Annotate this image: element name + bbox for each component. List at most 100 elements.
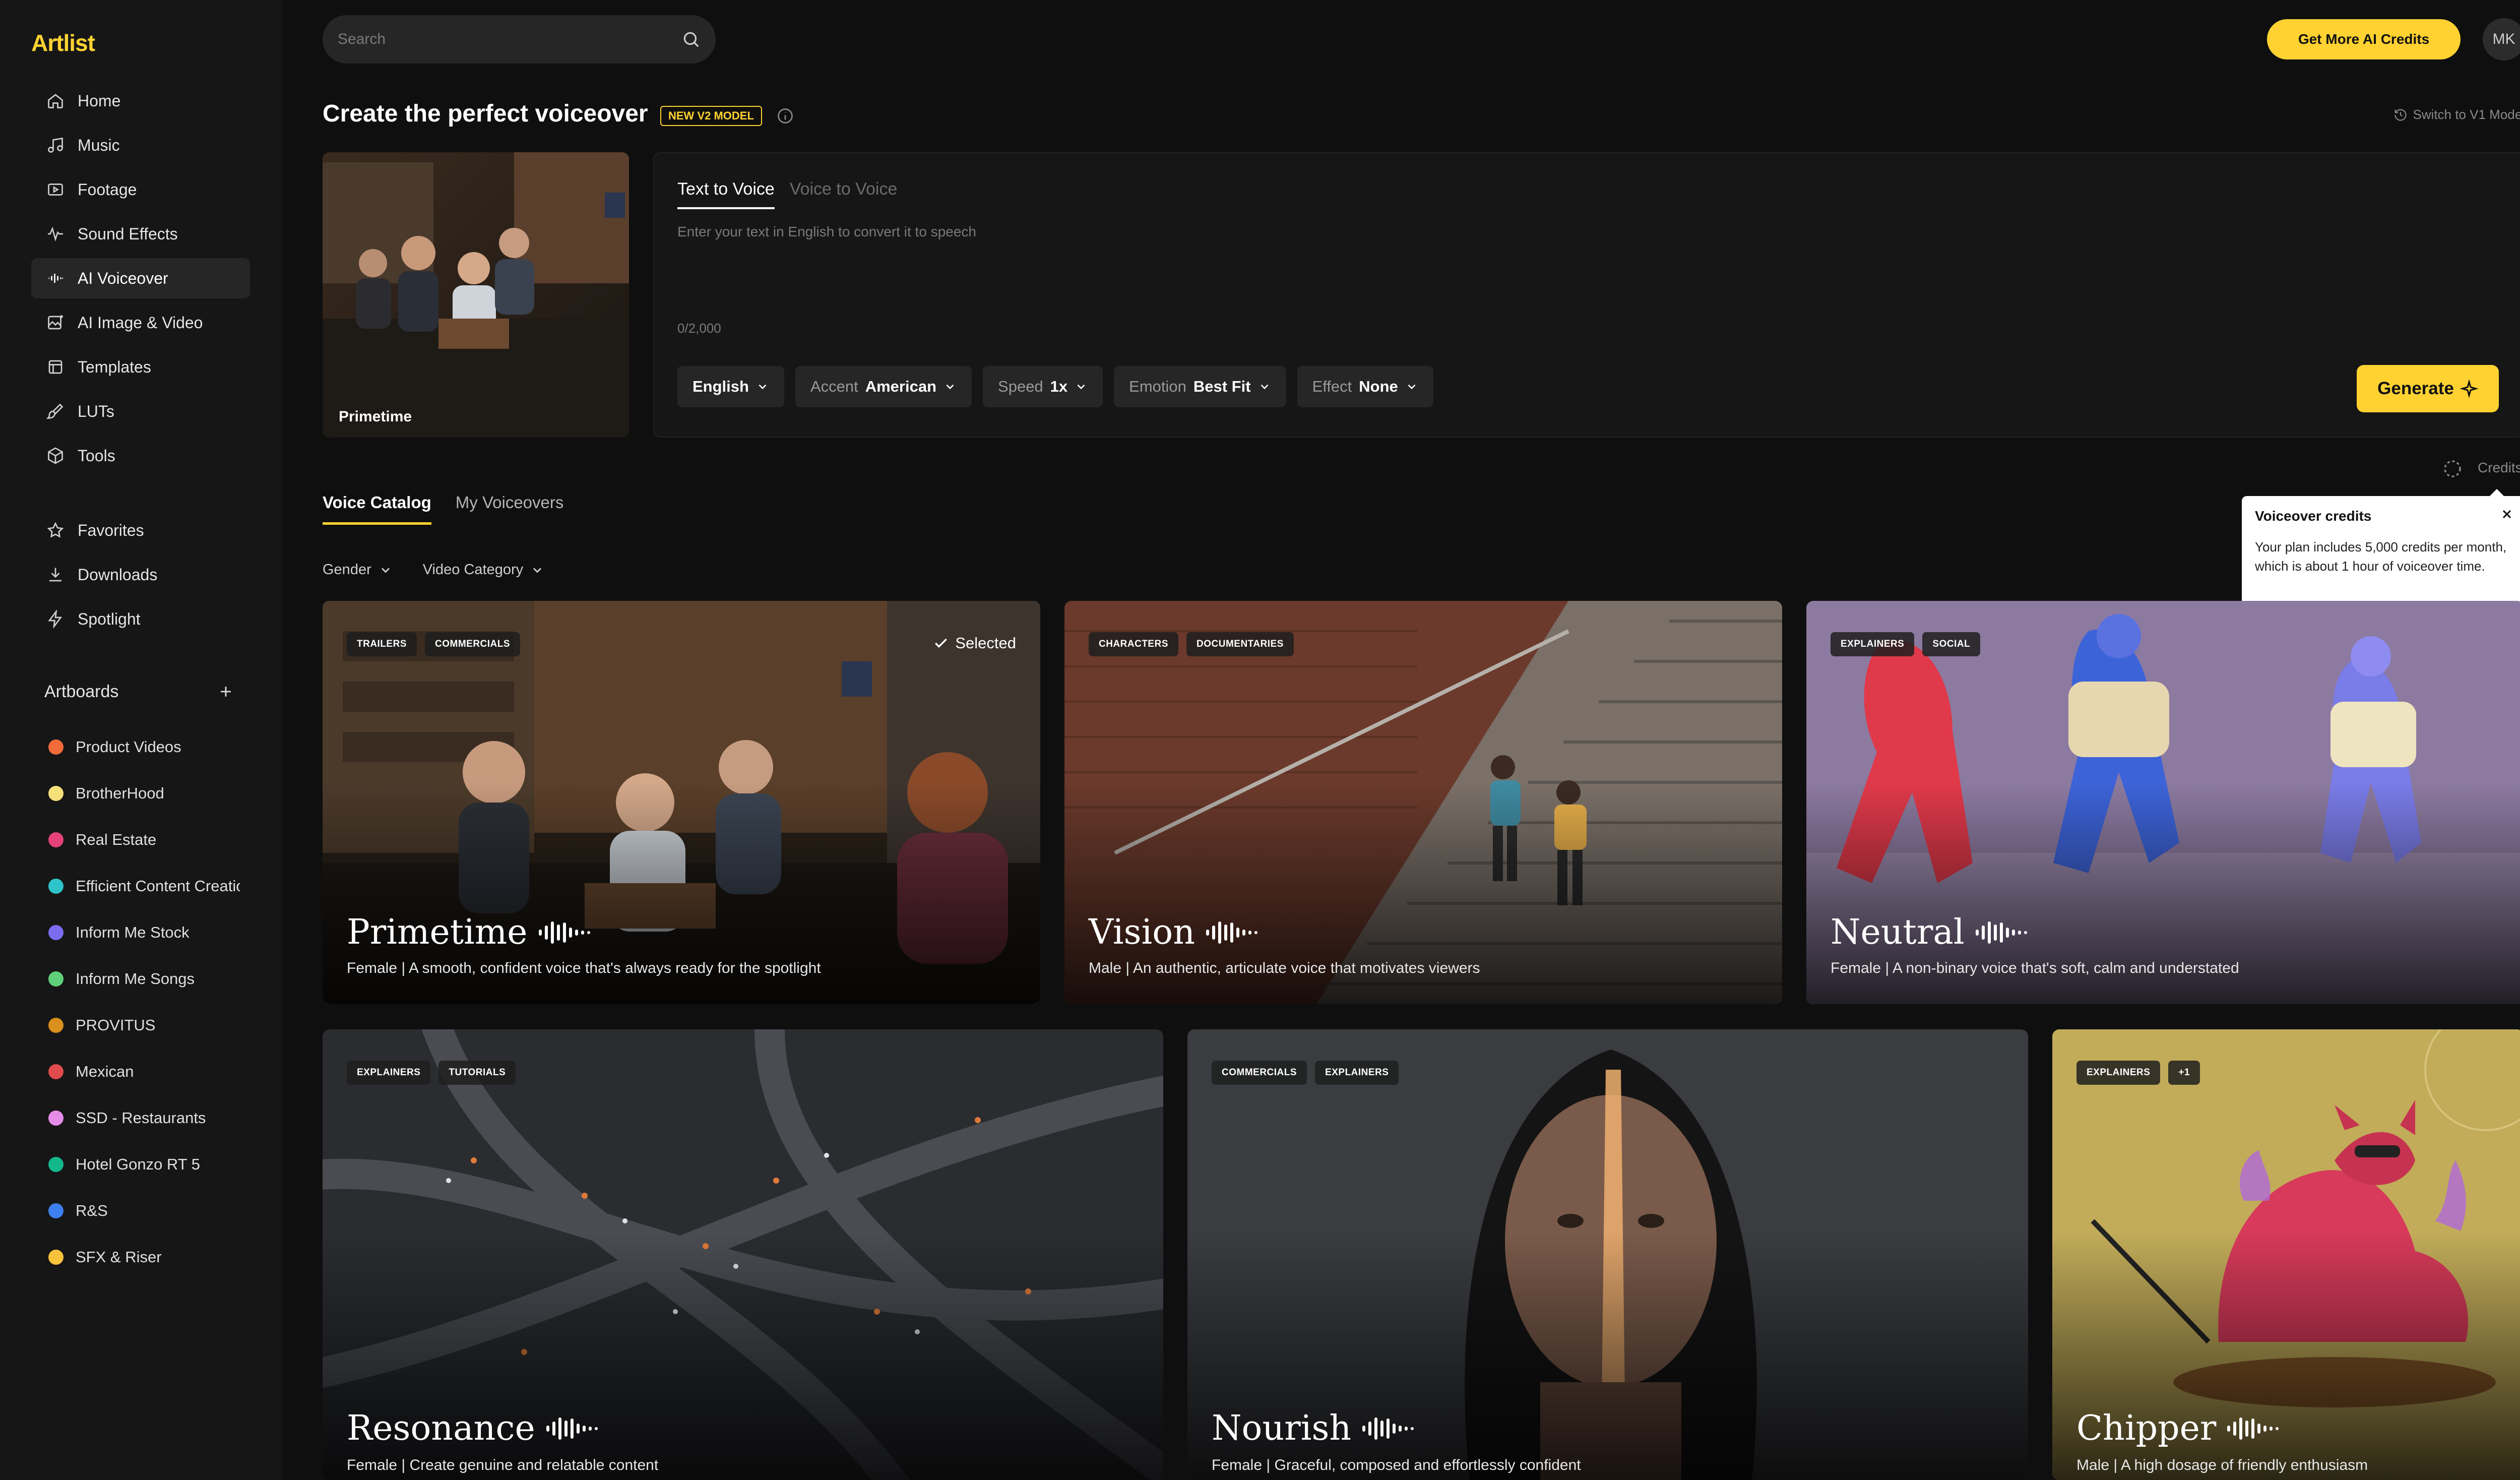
search-input[interactable] <box>338 31 681 48</box>
gender-filter[interactable]: Gender <box>323 562 393 578</box>
tag[interactable]: EXPLAINERS <box>1831 632 1915 656</box>
tag[interactable]: COMMERCIALS <box>425 632 521 656</box>
artboard-label: Hotel Gonzo RT 5 <box>76 1155 200 1173</box>
nav-item-downloads[interactable]: Downloads <box>31 554 250 595</box>
nav-item-home[interactable]: Home <box>31 81 250 121</box>
emotion-select[interactable]: Emotion Best Fit <box>1114 366 1286 407</box>
nav-item-music[interactable]: Music <box>31 125 250 165</box>
switch-v1-model-link[interactable]: Switch to V1 Model <box>2393 107 2520 122</box>
audio-wave-icon[interactable] <box>538 920 594 945</box>
tag[interactable]: EXPLAINERS <box>2076 1061 2161 1085</box>
voice-name-text: Primetime <box>347 912 528 952</box>
info-icon[interactable] <box>776 107 794 125</box>
nav-item-ai-voiceover[interactable]: AI Voiceover <box>31 258 250 298</box>
tab-my-voiceovers[interactable]: My Voiceovers <box>456 493 564 525</box>
get-more-credits-button[interactable]: Get More AI Credits <box>2267 19 2461 59</box>
nav-item-ai-image-video[interactable]: AI Image & Video <box>31 302 250 343</box>
artboard-color-dot <box>48 786 64 801</box>
secondary-nav: Favorites Downloads Spotlight <box>31 510 250 643</box>
emotion-label: Emotion <box>1129 378 1186 395</box>
tag[interactable]: SOCIAL <box>1922 632 1981 656</box>
tab-text-to-voice[interactable]: Text to Voice <box>677 179 775 209</box>
close-icon[interactable] <box>2500 507 2514 521</box>
tag[interactable]: TUTORIALS <box>438 1061 516 1085</box>
tag[interactable]: EXPLAINERS <box>1315 1061 1399 1085</box>
artboard-label: SFX & Riser <box>76 1248 162 1266</box>
card-tags: COMMERCIALS EXPLAINERS <box>1212 1061 1399 1085</box>
artboard-color-dot <box>48 925 64 940</box>
add-artboard-button[interactable] <box>216 682 236 702</box>
tag[interactable]: COMMERCIALS <box>1212 1061 1307 1085</box>
voice-card-nourish[interactable]: COMMERCIALS EXPLAINERS Nourish Female | … <box>1187 1029 2028 1480</box>
language-select[interactable]: English <box>677 366 784 407</box>
effect-select[interactable]: Effect None <box>1297 366 1433 407</box>
artboard-item[interactable]: Inform Me Stock <box>48 909 240 956</box>
nav-item-spotlight[interactable]: Spotlight <box>31 599 250 639</box>
avatar[interactable]: MK <box>2483 18 2520 60</box>
generate-button[interactable]: Generate <box>2357 365 2499 412</box>
filter-label: Video Category <box>422 562 524 578</box>
artboard-label: R&S <box>76 1202 108 1219</box>
nav-label: LUTs <box>78 402 114 420</box>
speed-select[interactable]: Speed 1x <box>983 366 1103 407</box>
selected-voice-preview[interactable]: Primetime <box>323 152 629 438</box>
page-title: Create the perfect voiceover <box>323 100 648 127</box>
artboard-item[interactable]: Efficient Content Creation <box>48 863 240 909</box>
nav-item-tools[interactable]: Tools <box>31 436 250 476</box>
tag[interactable]: DOCUMENTARIES <box>1186 632 1294 656</box>
artboard-item[interactable]: SFX & Riser <box>48 1234 240 1280</box>
nav-label: Favorites <box>78 521 144 539</box>
selected-indicator: Selected <box>933 634 1016 652</box>
voice-controls: English Accent American Speed 1x Emotion… <box>677 366 1433 407</box>
voiceover-editor: Text to Voice Voice to Voice 0/2,000 Eng… <box>653 152 2520 438</box>
tag[interactable]: EXPLAINERS <box>347 1061 431 1085</box>
voice-card-chipper[interactable]: EXPLAINERS +1 Chipper Male | A high dosa… <box>2052 1029 2520 1480</box>
preview-image <box>323 152 629 438</box>
ai-image-icon <box>48 315 63 330</box>
voice-card-resonance[interactable]: EXPLAINERS TUTORIALS Resonance Female | … <box>323 1029 1163 1480</box>
voice-name-text: Neutral <box>1831 912 1965 952</box>
audio-wave-icon[interactable] <box>1206 920 1262 945</box>
tag[interactable]: +1 <box>2168 1061 2200 1085</box>
script-textarea[interactable] <box>677 224 2492 304</box>
chevron-down-icon <box>759 384 767 390</box>
voice-name-text: Vision <box>1089 912 1195 952</box>
artlist-logo[interactable]: Artlist <box>31 29 95 56</box>
search-icon[interactable] <box>681 30 701 49</box>
voice-name: Primetime <box>347 912 594 952</box>
artboard-item[interactable]: Hotel Gonzo RT 5 <box>48 1141 240 1188</box>
voice-card-primetime[interactable]: TRAILERS COMMERCIALS Selected Primetime … <box>323 601 1040 1004</box>
artboard-list: Product Videos BrotherHood Real Estate Effi… <box>48 724 240 1280</box>
nav-item-sound-effects[interactable]: Sound Effects <box>31 214 250 254</box>
audio-wave-icon[interactable] <box>1975 920 2031 945</box>
tab-voice-to-voice[interactable]: Voice to Voice <box>790 179 898 209</box>
accent-select[interactable]: Accent American <box>795 366 972 407</box>
voice-card-neutral[interactable]: EXPLAINERS SOCIAL Neutral Female | A non… <box>1806 601 2520 1004</box>
nav-item-favorites[interactable]: Favorites <box>31 510 250 550</box>
tab-voice-catalog[interactable]: Voice Catalog <box>323 493 431 525</box>
artboards-title: Artboards <box>44 682 119 701</box>
audio-wave-icon[interactable] <box>1362 1416 1418 1441</box>
artboard-item[interactable]: BrotherHood <box>48 770 240 817</box>
nav-item-luts[interactable]: LUTs <box>31 391 250 431</box>
tag[interactable]: CHARACTERS <box>1089 632 1178 656</box>
artboard-item[interactable]: SSD - Restaurants <box>48 1095 240 1141</box>
waveform-icon <box>48 226 63 242</box>
audio-wave-icon[interactable] <box>546 1416 602 1441</box>
artboard-item[interactable]: Mexican <box>48 1049 240 1095</box>
nav-item-templates[interactable]: Templates <box>31 347 250 387</box>
audio-wave-icon[interactable] <box>2227 1416 2283 1441</box>
artboard-item[interactable]: Real Estate <box>48 817 240 863</box>
nav-item-footage[interactable]: Footage <box>31 169 250 210</box>
credits-label[interactable]: Credits <box>2478 460 2520 476</box>
voice-card-vision[interactable]: CHARACTERS DOCUMENTARIES Vision Male | A… <box>1064 601 1782 1004</box>
search-bar[interactable] <box>323 15 716 64</box>
artboard-item[interactable]: Inform Me Songs <box>48 956 240 1002</box>
video-category-filter[interactable]: Video Category <box>423 562 544 578</box>
artboard-item[interactable]: Product Videos <box>48 724 240 770</box>
artboard-item[interactable]: R&S <box>48 1188 240 1234</box>
artboard-item[interactable]: PROVITUS <box>48 1002 240 1049</box>
sidebar: Artlist Home Music Footage Sound Effects… <box>0 0 282 1480</box>
tag[interactable]: TRAILERS <box>347 632 417 656</box>
chevron-down-icon <box>946 384 954 390</box>
